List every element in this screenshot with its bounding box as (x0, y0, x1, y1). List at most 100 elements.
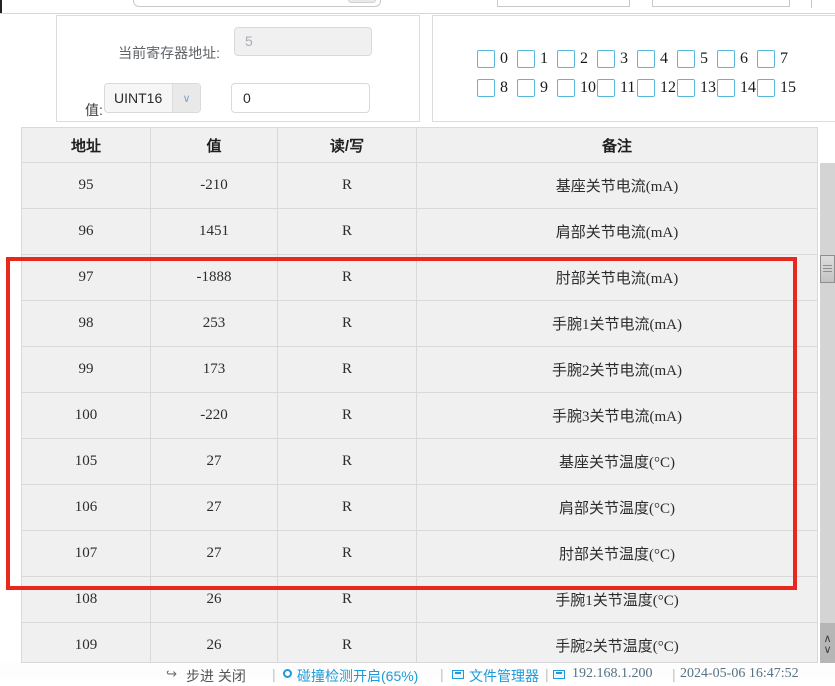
scroll-up-icon[interactable]: ∧ (823, 635, 831, 644)
vertical-scrollbar-track[interactable] (820, 163, 835, 623)
bit-label: 8 (500, 79, 508, 97)
bit-checkbox-14[interactable]: 14 (717, 79, 750, 97)
top-element-fragment (811, 0, 812, 8)
checkbox-icon[interactable] (557, 50, 575, 68)
bit-label: 11 (620, 79, 635, 97)
cell-address: 109 (22, 623, 151, 663)
register-table: 地址 值 读/写 备注 95 -210 R 基座关节电流(mA) 96 1451… (21, 127, 818, 663)
bit-checkbox-12[interactable]: 12 (637, 79, 670, 97)
bit-checkbox-5[interactable]: 5 (677, 50, 710, 68)
checkbox-icon[interactable] (477, 50, 495, 68)
value-input[interactable]: 0 (231, 83, 370, 113)
ip-address: 192.168.1.200 (572, 666, 653, 682)
bit-checkbox-2[interactable]: 2 (557, 50, 590, 68)
cell-read-write: R (278, 393, 417, 438)
bit-checkbox-7[interactable]: 7 (757, 50, 790, 68)
table-row[interactable]: 95 -210 R 基座关节电流(mA) (22, 163, 817, 209)
bit-label: 12 (660, 79, 676, 97)
bit-checkbox-1[interactable]: 1 (517, 50, 550, 68)
checkbox-icon[interactable] (717, 50, 735, 68)
status-separator: | (272, 666, 276, 682)
checkbox-icon[interactable] (477, 79, 495, 97)
bit-checkbox-13[interactable]: 13 (677, 79, 710, 97)
value-type-select[interactable]: UINT16 ∨ (104, 83, 201, 113)
table-row[interactable]: 109 26 R 手腕2关节温度(°C) (22, 623, 817, 663)
checkbox-icon[interactable] (757, 79, 775, 97)
bit-checkbox-6[interactable]: 6 (717, 50, 750, 68)
cell-note: 肩部关节电流(mA) (417, 209, 817, 254)
checkbox-icon[interactable] (637, 79, 655, 97)
checkbox-icon[interactable] (717, 79, 735, 97)
cell-value: 26 (151, 623, 278, 663)
scrollbar-spinner[interactable]: ∧ ∨ (820, 623, 835, 666)
cell-value: -220 (151, 393, 278, 438)
checkbox-icon[interactable] (597, 79, 615, 97)
cell-address: 97 (22, 255, 151, 300)
cell-value: 1451 (151, 209, 278, 254)
checkbox-icon[interactable] (597, 50, 615, 68)
bit-label: 9 (540, 79, 548, 97)
top-input-inner-button[interactable] (348, 0, 376, 3)
bit-checkbox-11[interactable]: 11 (597, 79, 630, 97)
bit-checkbox-4[interactable]: 4 (637, 50, 670, 68)
checkbox-icon[interactable] (757, 50, 775, 68)
table-row[interactable]: 97 -1888 R 肘部关节电流(mA) (22, 255, 817, 301)
table-row[interactable]: 98 253 R 手腕1关节电流(mA) (22, 301, 817, 347)
file-manager-link[interactable]: 文件管理器 (469, 666, 539, 686)
checkbox-icon[interactable] (517, 79, 535, 97)
checkbox-icon[interactable] (677, 50, 695, 68)
window-edge-mark (0, 0, 2, 13)
table-row[interactable]: 108 26 R 手腕1关节温度(°C) (22, 577, 817, 623)
cell-note: 手腕1关节电流(mA) (417, 301, 817, 346)
bit-checkbox-0[interactable]: 0 (477, 50, 510, 68)
bit-label: 14 (740, 79, 756, 97)
chevron-down-icon[interactable]: ∨ (172, 84, 200, 112)
bit-label: 7 (780, 50, 788, 68)
top-input-partial-2[interactable] (497, 0, 630, 7)
network-icon (553, 670, 565, 679)
cell-address: 105 (22, 439, 151, 484)
bit-checkbox-8[interactable]: 8 (477, 79, 510, 97)
cell-read-write: R (278, 301, 417, 346)
bit-label: 2 (580, 50, 588, 68)
cell-address: 107 (22, 531, 151, 576)
collision-detection-link[interactable]: 碰撞检测开启(65%) (297, 666, 418, 686)
header-value: 值 (151, 128, 278, 162)
table-row[interactable]: 107 27 R 肘部关节温度(°C) (22, 531, 817, 577)
cell-value: 173 (151, 347, 278, 392)
table-row[interactable]: 100 -220 R 手腕3关节电流(mA) (22, 393, 817, 439)
register-form-panel: 当前寄存器地址: 5 值: UINT16 ∨ 0 (56, 15, 420, 122)
section-divider (0, 13, 835, 14)
cell-note: 手腕2关节温度(°C) (417, 623, 817, 663)
checkbox-icon[interactable] (677, 79, 695, 97)
scroll-down-icon[interactable]: ∨ (823, 646, 831, 655)
bit-checkbox-15[interactable]: 15 (757, 79, 790, 97)
cell-read-write: R (278, 577, 417, 622)
table-row[interactable]: 99 173 R 手腕2关节电流(mA) (22, 347, 817, 393)
table-row[interactable]: 105 27 R 基座关节温度(°C) (22, 439, 817, 485)
checkbox-icon[interactable] (517, 50, 535, 68)
table-row[interactable]: 106 27 R 肩部关节温度(°C) (22, 485, 817, 531)
current-register-address-input[interactable]: 5 (234, 27, 372, 56)
top-input-partial-1[interactable]: ··· (133, 0, 381, 7)
bits-row-2: 8 9 10 11 12 13 14 15 (477, 79, 790, 97)
cell-value: -210 (151, 163, 278, 208)
status-separator: | (440, 666, 444, 682)
bit-label: 5 (700, 50, 708, 68)
checkbox-icon[interactable] (637, 50, 655, 68)
scrollbar-grip-icon (823, 265, 832, 273)
bit-checkbox-10[interactable]: 10 (557, 79, 590, 97)
bit-checkbox-3[interactable]: 3 (597, 50, 630, 68)
cell-read-write: R (278, 209, 417, 254)
cell-value: 27 (151, 439, 278, 484)
bit-checkbox-9[interactable]: 9 (517, 79, 550, 97)
cell-read-write: R (278, 347, 417, 392)
cell-note: 肘部关节温度(°C) (417, 531, 817, 576)
header-address: 地址 (22, 128, 151, 162)
table-row[interactable]: 96 1451 R 肩部关节电流(mA) (22, 209, 817, 255)
vertical-scrollbar-thumb[interactable] (820, 255, 835, 283)
checkbox-icon[interactable] (557, 79, 575, 97)
top-input-partial-3[interactable] (652, 0, 790, 7)
cell-note: 肘部关节电流(mA) (417, 255, 817, 300)
bit-label: 1 (540, 50, 548, 68)
